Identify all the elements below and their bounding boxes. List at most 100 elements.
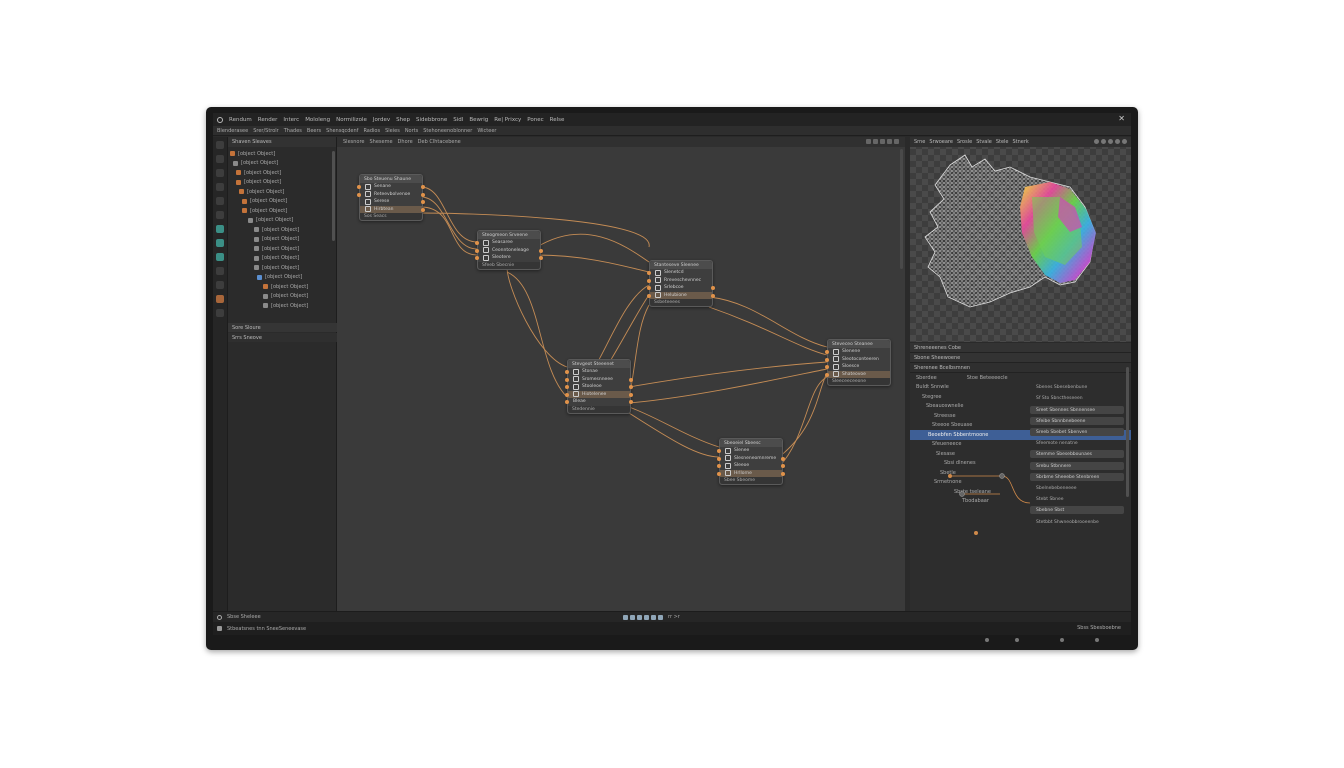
outliner-scrollbar[interactable]: [332, 151, 335, 241]
input-socket[interactable]: [565, 385, 569, 389]
workspace-tab[interactable]: Wicteer: [477, 128, 496, 134]
node-title[interactable]: Steveceo Steanee: [828, 340, 890, 348]
grid-tool-icon[interactable]: [216, 267, 224, 275]
cursor-tool-icon[interactable]: [216, 239, 224, 247]
output-socket[interactable]: [781, 471, 785, 476]
menu-item[interactable]: Sidebbrone: [416, 117, 447, 123]
move-tool-icon[interactable]: [216, 155, 224, 163]
node-socket-row[interactable]: Sleotoconteeren: [825, 356, 890, 364]
node-socket-row[interactable]: Sleeoe: [717, 462, 785, 470]
input-socket[interactable]: [565, 392, 569, 397]
node-socket-row[interactable]: Sleotere: [475, 254, 543, 262]
property-field[interactable]: Sbebne Sbst: [1030, 506, 1124, 514]
properties-tab[interactable]: Stoe Beteeeecle: [967, 375, 1008, 381]
outliner-group[interactable]: Srrs Sneove: [228, 333, 340, 342]
outliner-item[interactable]: [object Object]: [228, 149, 336, 159]
menu-item[interactable]: Ponec: [527, 117, 543, 123]
material-tool-icon[interactable]: [216, 295, 224, 303]
input-socket[interactable]: [357, 192, 361, 197]
input-socket[interactable]: [825, 372, 829, 377]
world-tool-icon[interactable]: [216, 253, 224, 261]
outliner-item[interactable]: [object Object]: [228, 301, 336, 311]
output-socket[interactable]: [421, 200, 425, 204]
menu-item[interactable]: Relse: [550, 117, 565, 123]
outliner-item[interactable]: [object Object]: [228, 197, 336, 207]
input-socket[interactable]: [717, 449, 721, 453]
property-field[interactable]: Sbrbme Sheeebe Stenbreen: [1030, 473, 1124, 481]
menu-item[interactable]: Interc: [283, 117, 299, 123]
input-socket[interactable]: [565, 377, 569, 382]
input-socket[interactable]: [717, 456, 721, 461]
workspace-tab[interactable]: Thades: [284, 128, 302, 134]
outliner-item[interactable]: [object Object]: [228, 168, 336, 178]
workspace-tab[interactable]: Radios: [363, 128, 380, 134]
input-socket[interactable]: [565, 400, 569, 404]
input-socket[interactable]: [825, 365, 829, 369]
node-socket-row[interactable]: Slesneneomnreme: [717, 455, 785, 463]
node-socket-row[interactable]: Stonae: [565, 368, 630, 376]
workspace-tab[interactable]: Shensqcdenf: [326, 128, 358, 134]
menu-item[interactable]: Re| Prixcy: [494, 117, 521, 123]
node-socket-row[interactable]: Bleae: [565, 398, 633, 406]
node-socket-row[interactable]: Hrllorne: [717, 469, 785, 477]
input-socket[interactable]: [647, 293, 651, 298]
node-socket-row[interactable]: Hiotelenee: [565, 390, 633, 398]
node-socket-row[interactable]: Stooleoe: [565, 383, 633, 391]
scale-tool-icon[interactable]: [216, 183, 224, 191]
input-socket[interactable]: [565, 370, 569, 374]
rotate-tool-icon[interactable]: [216, 169, 224, 177]
output-socket[interactable]: [629, 392, 633, 397]
output-socket[interactable]: [629, 385, 633, 389]
input-socket[interactable]: [647, 278, 651, 283]
node-socket-row[interactable]: Serese: [360, 198, 425, 206]
outliner-item[interactable]: [object Object]: [228, 254, 336, 264]
measure-tool-icon[interactable]: [216, 225, 224, 233]
property-field[interactable]: Sreeb Sbebet Sbenven: [1030, 428, 1124, 436]
jump-start-icon[interactable]: [623, 614, 628, 620]
settings-tool-icon[interactable]: [216, 309, 224, 317]
node-socket-row[interactable]: Reteevbolvenoe: [357, 191, 425, 199]
menu-item[interactable]: Shep: [396, 117, 410, 123]
node-socket-row[interactable]: Ceonntoneleage: [475, 247, 543, 255]
select-tool-icon[interactable]: [216, 141, 224, 149]
node-socket-row[interactable]: Srlebcoe: [647, 284, 715, 292]
node-title[interactable]: Steogmeon Srveene: [478, 231, 540, 239]
node-socket-row[interactable]: Sloesce: [825, 363, 890, 371]
input-socket[interactable]: [825, 350, 829, 354]
property-field[interactable]: Sfeibe Sbnnbnebeene: [1030, 417, 1124, 425]
menu-item[interactable]: Render: [258, 117, 278, 123]
node-socket-row[interactable]: Senane: [357, 183, 425, 191]
property-field[interactable]: Sreet Sbennes Sbnnensee: [1030, 406, 1124, 414]
3d-viewport[interactable]: Srne Srwoeare Srosle Stvale Stele Stnerk: [910, 137, 1131, 342]
annotate-tool-icon[interactable]: [216, 211, 224, 219]
output-socket[interactable]: [421, 185, 425, 189]
workspace-tab[interactable]: Sleies: [385, 128, 400, 134]
menu-item[interactable]: Normilizole: [336, 117, 367, 123]
outliner-item[interactable]: [object Object]: [228, 263, 336, 273]
properties-tab[interactable]: Sberdee: [916, 375, 937, 381]
workspace-tab[interactable]: Beers: [307, 128, 321, 134]
menu-item[interactable]: Sidl: [453, 117, 463, 123]
outliner-item[interactable]: [object Object]: [228, 282, 336, 292]
outliner-item[interactable]: [object Object]: [228, 244, 336, 254]
outliner-group[interactable]: Sore Sloure: [228, 323, 340, 332]
node-socket-row[interactable]: Slenene: [825, 348, 890, 356]
app-logo-icon[interactable]: [217, 116, 223, 123]
output-socket[interactable]: [539, 248, 543, 253]
outliner-item[interactable]: [object Object]: [228, 273, 336, 283]
property-field[interactable]: Srebu Stbnnere: [1030, 462, 1124, 470]
node-title[interactable]: Sbo Steuenu Shaune: [360, 175, 422, 183]
transform-tool-icon[interactable]: [216, 197, 224, 205]
shader-node[interactable]: Steogmeon Srveene Seasaree Ceonntoneleag…: [475, 230, 543, 270]
node-socket-row[interactable]: Helubione: [647, 291, 715, 299]
menu-item[interactable]: Mololeng: [305, 117, 330, 123]
play-icon[interactable]: [644, 614, 649, 620]
node-socket-row[interactable]: Slenee: [717, 447, 782, 455]
shader-node[interactable]: Stanteseve Sleenee Slenetcd Rreveschevnn…: [647, 260, 715, 307]
input-socket[interactable]: [717, 464, 721, 468]
link-tool-icon[interactable]: [216, 281, 224, 289]
input-socket[interactable]: [475, 256, 479, 260]
outliner-item[interactable]: [object Object]: [228, 292, 336, 302]
output-socket[interactable]: [781, 456, 785, 461]
node-socket-row[interactable]: Slenetcd: [647, 269, 712, 277]
